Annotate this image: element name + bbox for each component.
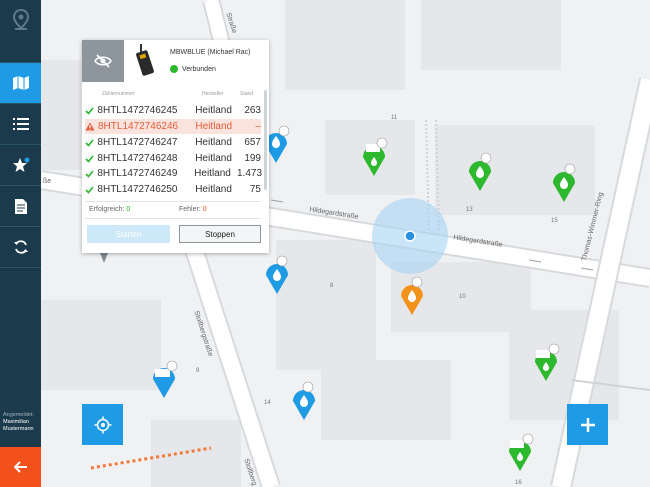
meter-pin-green[interactable] <box>532 342 560 382</box>
user-last-name: Mustermann <box>3 426 34 432</box>
house-number: 15 <box>551 218 558 224</box>
error-summary: Fehler: 0 <box>179 206 207 213</box>
sidebar: Angemeldet: Maximilian Mustermann <box>0 0 41 487</box>
house-number: 8 <box>330 283 334 289</box>
logout-button[interactable] <box>0 447 41 487</box>
error-label: Fehler: <box>179 206 201 213</box>
error-count: 0 <box>202 206 207 213</box>
table-row[interactable]: 8HTL1472746245 Heitland 263 <box>85 103 261 118</box>
table-scrollbar[interactable] <box>264 90 267 190</box>
meter-serial: 8HTL1472746250 <box>97 184 178 195</box>
meter-pin-blue[interactable] <box>150 359 178 399</box>
device-status: Verbunden <box>170 65 216 73</box>
meter-serial: 8HTL1472746247 <box>97 137 178 148</box>
house-number: 10 <box>459 294 466 300</box>
check-icon <box>85 185 94 194</box>
meter-pin-orange[interactable] <box>398 276 426 316</box>
meter-serial: 8HTL1472746249 <box>97 168 178 179</box>
success-summary: Erfolgreich: 0 <box>89 206 130 213</box>
house-number: 9 <box>196 368 200 374</box>
meter-value: 657 <box>244 137 261 148</box>
meter-serial: 8HTL1472746246 <box>98 121 179 132</box>
meter-serial: 8HTL1472746248 <box>97 153 178 164</box>
meter-value: 1.473 <box>237 168 263 179</box>
house-number: 16 <box>515 480 522 486</box>
meter-serial: 8HTL1472746245 <box>97 105 178 116</box>
column-header-value: Stand <box>240 91 254 97</box>
start-button[interactable]: Starten <box>87 225 170 243</box>
logged-in-info: Angemeldet: Maximilian Mustermann <box>3 412 41 433</box>
crosshair-icon <box>94 416 111 433</box>
house-number: 13 <box>466 207 473 213</box>
divider <box>85 201 261 202</box>
table-row[interactable]: 8HTL1472746247 Heitland 657 <box>85 135 261 150</box>
check-icon <box>85 154 94 163</box>
list-icon <box>12 118 29 130</box>
meter-value: 199 <box>244 153 261 164</box>
device-image <box>136 44 154 76</box>
eye-off-icon <box>94 54 112 68</box>
map-icon <box>12 76 29 90</box>
divider <box>85 218 261 219</box>
add-button[interactable] <box>567 404 608 445</box>
sidebar-item-document[interactable] <box>0 186 41 226</box>
street-label: ße <box>43 178 52 185</box>
location-pin-icon <box>12 9 29 30</box>
warning-icon <box>85 122 95 131</box>
document-icon <box>14 198 27 214</box>
meter-manufacturer: Heitland <box>195 121 233 132</box>
stop-button[interactable]: Stoppen <box>179 225 261 243</box>
meter-manufacturer: Heitland <box>195 137 232 148</box>
table-row[interactable]: 8HTL1472746250 Heitland 75 <box>85 182 261 197</box>
sidebar-item-sync[interactable] <box>0 227 41 267</box>
hide-panel-button[interactable] <box>82 40 124 82</box>
meter-pin-green[interactable] <box>466 152 494 192</box>
meter-pin-green[interactable] <box>360 137 388 177</box>
logged-in-label: Angemeldet: <box>3 412 34 418</box>
meter-pin-blue[interactable] <box>263 255 291 295</box>
house-number: 11 <box>391 115 398 121</box>
meter-manufacturer: Heitland <box>195 153 232 164</box>
sidebar-item-favorites[interactable] <box>0 145 41 185</box>
locate-me-button[interactable] <box>82 404 123 445</box>
success-label: Erfolgreich: <box>89 206 125 213</box>
column-header-manufacturer: Hersteller <box>202 91 224 97</box>
meter-value: 263 <box>244 105 261 116</box>
app-logo <box>0 0 41 40</box>
sidebar-item-map[interactable] <box>0 63 41 103</box>
meter-pin-green[interactable] <box>550 163 578 203</box>
success-count: 0 <box>126 206 131 213</box>
meter-pin-blue[interactable] <box>290 381 318 421</box>
meter-value: – <box>255 121 261 132</box>
meter-manufacturer: Heitland <box>195 105 232 116</box>
meter-value: 75 <box>249 184 261 195</box>
column-header-serial: Zählernummer <box>102 91 135 97</box>
meter-manufacturer: Heitland <box>195 184 232 195</box>
device-status-label: Verbunden <box>182 65 216 73</box>
meter-manufacturer: Heitland <box>194 168 231 179</box>
check-icon <box>85 106 94 115</box>
check-icon <box>85 138 94 147</box>
arrow-left-icon <box>13 461 27 473</box>
sidebar-divider <box>0 267 41 268</box>
house-number: 14 <box>264 400 271 406</box>
table-row[interactable]: 8HTL1472746246 Heitland – <box>85 119 261 134</box>
device-name: MBWBLUE (Michael Rac) <box>170 49 251 56</box>
sidebar-item-list[interactable] <box>0 104 41 144</box>
star-icon <box>12 157 29 172</box>
status-dot-icon <box>170 65 178 73</box>
check-icon <box>85 169 94 178</box>
table-row[interactable]: 8HTL1472746248 Heitland 199 <box>85 151 261 166</box>
user-first-name: Maximilian <box>3 419 29 425</box>
device-panel: MBWBLUE (Michael Rac) Verbunden Zählernu… <box>82 40 269 253</box>
plus-icon <box>580 417 595 432</box>
meter-pin-green[interactable] <box>506 432 534 472</box>
table-row[interactable]: 8HTL1472746249 Heitland 1.473 <box>85 166 263 181</box>
sync-icon <box>13 240 28 254</box>
